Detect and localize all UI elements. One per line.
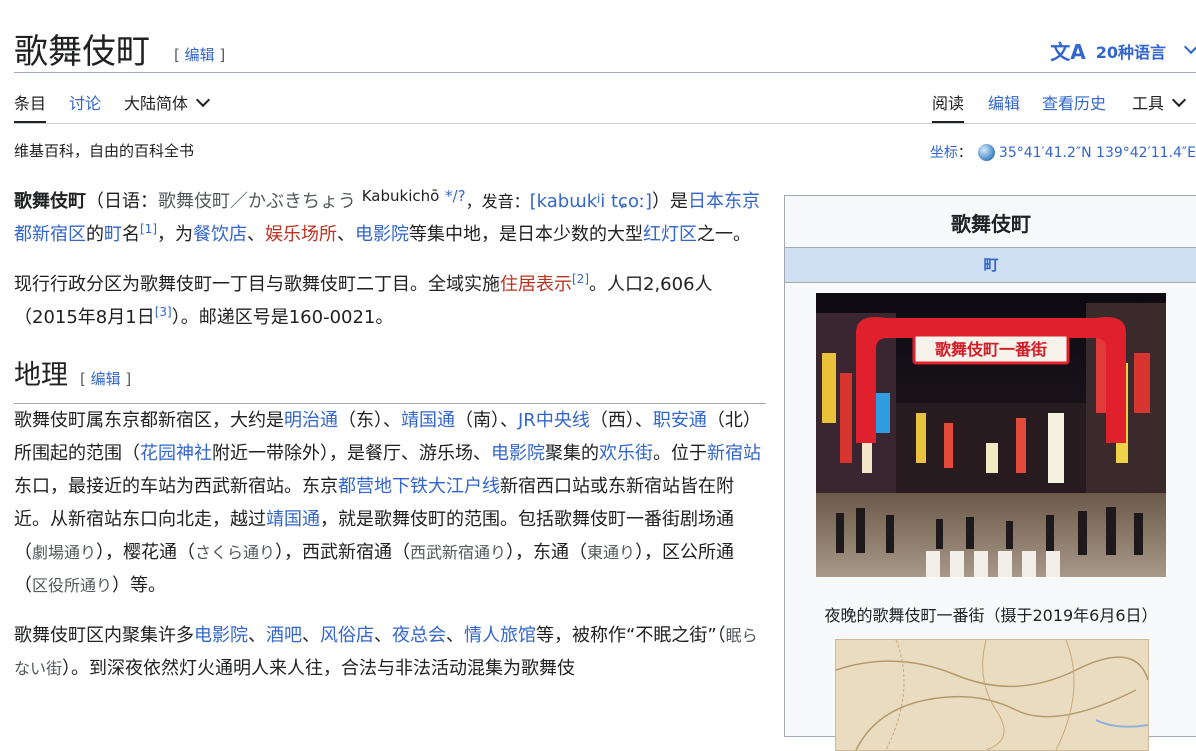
section-edit-link[interactable]: 编辑	[91, 370, 121, 388]
link-cinema-3[interactable]: 电影院	[194, 625, 248, 646]
section-heading-geography: 地理[ 编辑 ]	[14, 356, 766, 404]
romaji: Kabukichō	[361, 187, 440, 205]
language-button[interactable]: 文A 20种语言	[1050, 36, 1196, 65]
link-redlight[interactable]: 红灯区	[643, 224, 697, 245]
link-shokuan-dori[interactable]: 职安通	[653, 410, 707, 431]
tab-edit[interactable]: 编辑	[988, 90, 1020, 114]
nightlife-paragraph: 歌舞伎町区内聚集许多电影院、酒吧、风俗店、夜总会、情人旅馆等，被称作“不眠之街”…	[14, 625, 758, 679]
link-love-hotel[interactable]: 情人旅馆	[464, 625, 536, 646]
lead-paragraph: 歌舞伎町（日语：歌舞伎町／かぶきちょう Kabukichō */?，发音：[ka…	[14, 187, 761, 246]
infobox: 歌舞伎町 町 歌舞伎町一番街 夜晚的歌舞伎町一番街（摄于2019年6月6日）	[784, 195, 1196, 751]
lead-term: 歌舞伎町	[14, 191, 86, 212]
ref-1[interactable]: [1]	[140, 222, 157, 236]
infobox-photo[interactable]: 歌舞伎町一番街	[816, 293, 1166, 577]
title-edit-section: [ 编辑 ]	[174, 46, 226, 64]
link-cinema[interactable]: 电影院	[355, 224, 409, 245]
tabs-divider	[14, 123, 1196, 124]
page-header: 歌舞伎町 [ 编辑 ] 文A 20种语言	[14, 22, 1196, 72]
map-image	[836, 640, 1148, 750]
translate-icon: 文A	[1050, 40, 1086, 64]
ref-2[interactable]: [2]	[572, 272, 589, 286]
ref-3[interactable]: [3]	[155, 305, 172, 319]
link-japan[interactable]: 日本	[688, 191, 724, 212]
link-entertainment-district[interactable]: 欢乐街	[599, 443, 653, 464]
infobox-title: 歌舞伎町	[951, 212, 1031, 236]
link-address-system[interactable]: 住居表示	[500, 274, 572, 295]
article-body: 歌舞伎町（日语：歌舞伎町／かぶきちょう Kabukichō */?，发音：[ka…	[14, 185, 766, 702]
title-divider	[14, 72, 1196, 73]
link-machi[interactable]: 町	[104, 224, 122, 245]
gate-sign-text: 歌舞伎町一番街	[935, 340, 1047, 359]
coordinates: 坐标： 35°41′41.2″N 139°42′11.4″E	[929, 144, 1196, 161]
globe-icon[interactable]	[977, 144, 995, 161]
link-nightclub[interactable]: 夜总会	[392, 625, 446, 646]
link-bar[interactable]: 酒吧	[266, 625, 302, 646]
link-meiji-dori[interactable]: 明治通	[284, 410, 338, 431]
section-edit: [ 编辑 ]	[80, 370, 132, 388]
coordinates-label[interactable]: 坐标	[930, 145, 958, 161]
tab-talk[interactable]: 讨论	[69, 90, 101, 114]
tools-label: 工具	[1132, 94, 1165, 113]
tab-read[interactable]: 阅读	[932, 90, 965, 123]
chevron-down-icon	[1183, 39, 1196, 54]
tab-history[interactable]: 查看历史	[1042, 90, 1106, 114]
street-night-image: 歌舞伎町一番街	[816, 293, 1166, 577]
link-fuzoku[interactable]: 风俗店	[320, 625, 374, 646]
link-shinjuku[interactable]: 新宿区	[32, 224, 86, 245]
link-jr-chuo[interactable]: JR中央线	[518, 410, 590, 431]
chevron-down-icon	[1171, 92, 1187, 108]
photo-caption: 夜晚的歌舞伎町一番街（摄于2019年6月6日）	[824, 606, 1158, 625]
link-amusement[interactable]: 娱乐场所	[265, 224, 337, 245]
japanese-text: 歌舞伎町／かぶきちょう	[158, 191, 356, 212]
infobox-subtitle[interactable]: 町	[785, 247, 1196, 283]
site-tagline: 维基百科，自由的百科全书	[14, 142, 195, 160]
page-title: 歌舞伎町	[14, 32, 150, 72]
link-restaurant[interactable]: 餐饮店	[193, 224, 247, 245]
coordinates-value[interactable]: 35°41′41.2″N 139°42′11.4″E	[999, 145, 1196, 161]
chevron-down-icon	[195, 92, 211, 108]
admin-paragraph: 现行行政分区为歌舞伎町一丁目与歌舞伎町二丁目。全域实施住居表示[2]。人口2,6…	[14, 272, 713, 328]
title-edit-link[interactable]: 编辑	[185, 46, 215, 64]
link-yasukuni-dori-2[interactable]: 靖国通	[266, 509, 320, 530]
link-hanazono-shrine[interactable]: 花园神社	[140, 443, 212, 464]
geography-paragraph: 歌舞伎町属东京都新宿区，大约是明治通（东）、靖国通（南）、JR中央线（西）、职安…	[14, 410, 761, 596]
variant-dropdown[interactable]: 大陆简体	[124, 90, 211, 114]
tools-dropdown[interactable]: 工具	[1132, 90, 1187, 114]
link-yasukuni-dori[interactable]: 靖国通	[401, 410, 455, 431]
ipa-link[interactable]: [kabɯkʲi tɕoː]	[530, 191, 652, 212]
tab-article[interactable]: 条目	[14, 90, 47, 123]
page-tabs: 条目 讨论 大陆简体 阅读 编辑 查看历史 工具	[14, 86, 1196, 124]
language-count-label: 20种语言	[1095, 42, 1166, 62]
link-shinjuku-station[interactable]: 新宿站	[707, 443, 761, 464]
location-map[interactable]	[835, 639, 1149, 751]
link-cinema-2[interactable]: 电影院	[491, 443, 545, 464]
link-oedo-line[interactable]: 都营地下铁大江户线	[338, 476, 500, 497]
variant-label: 大陆简体	[124, 94, 189, 113]
audio-link[interactable]: */?	[445, 187, 466, 205]
